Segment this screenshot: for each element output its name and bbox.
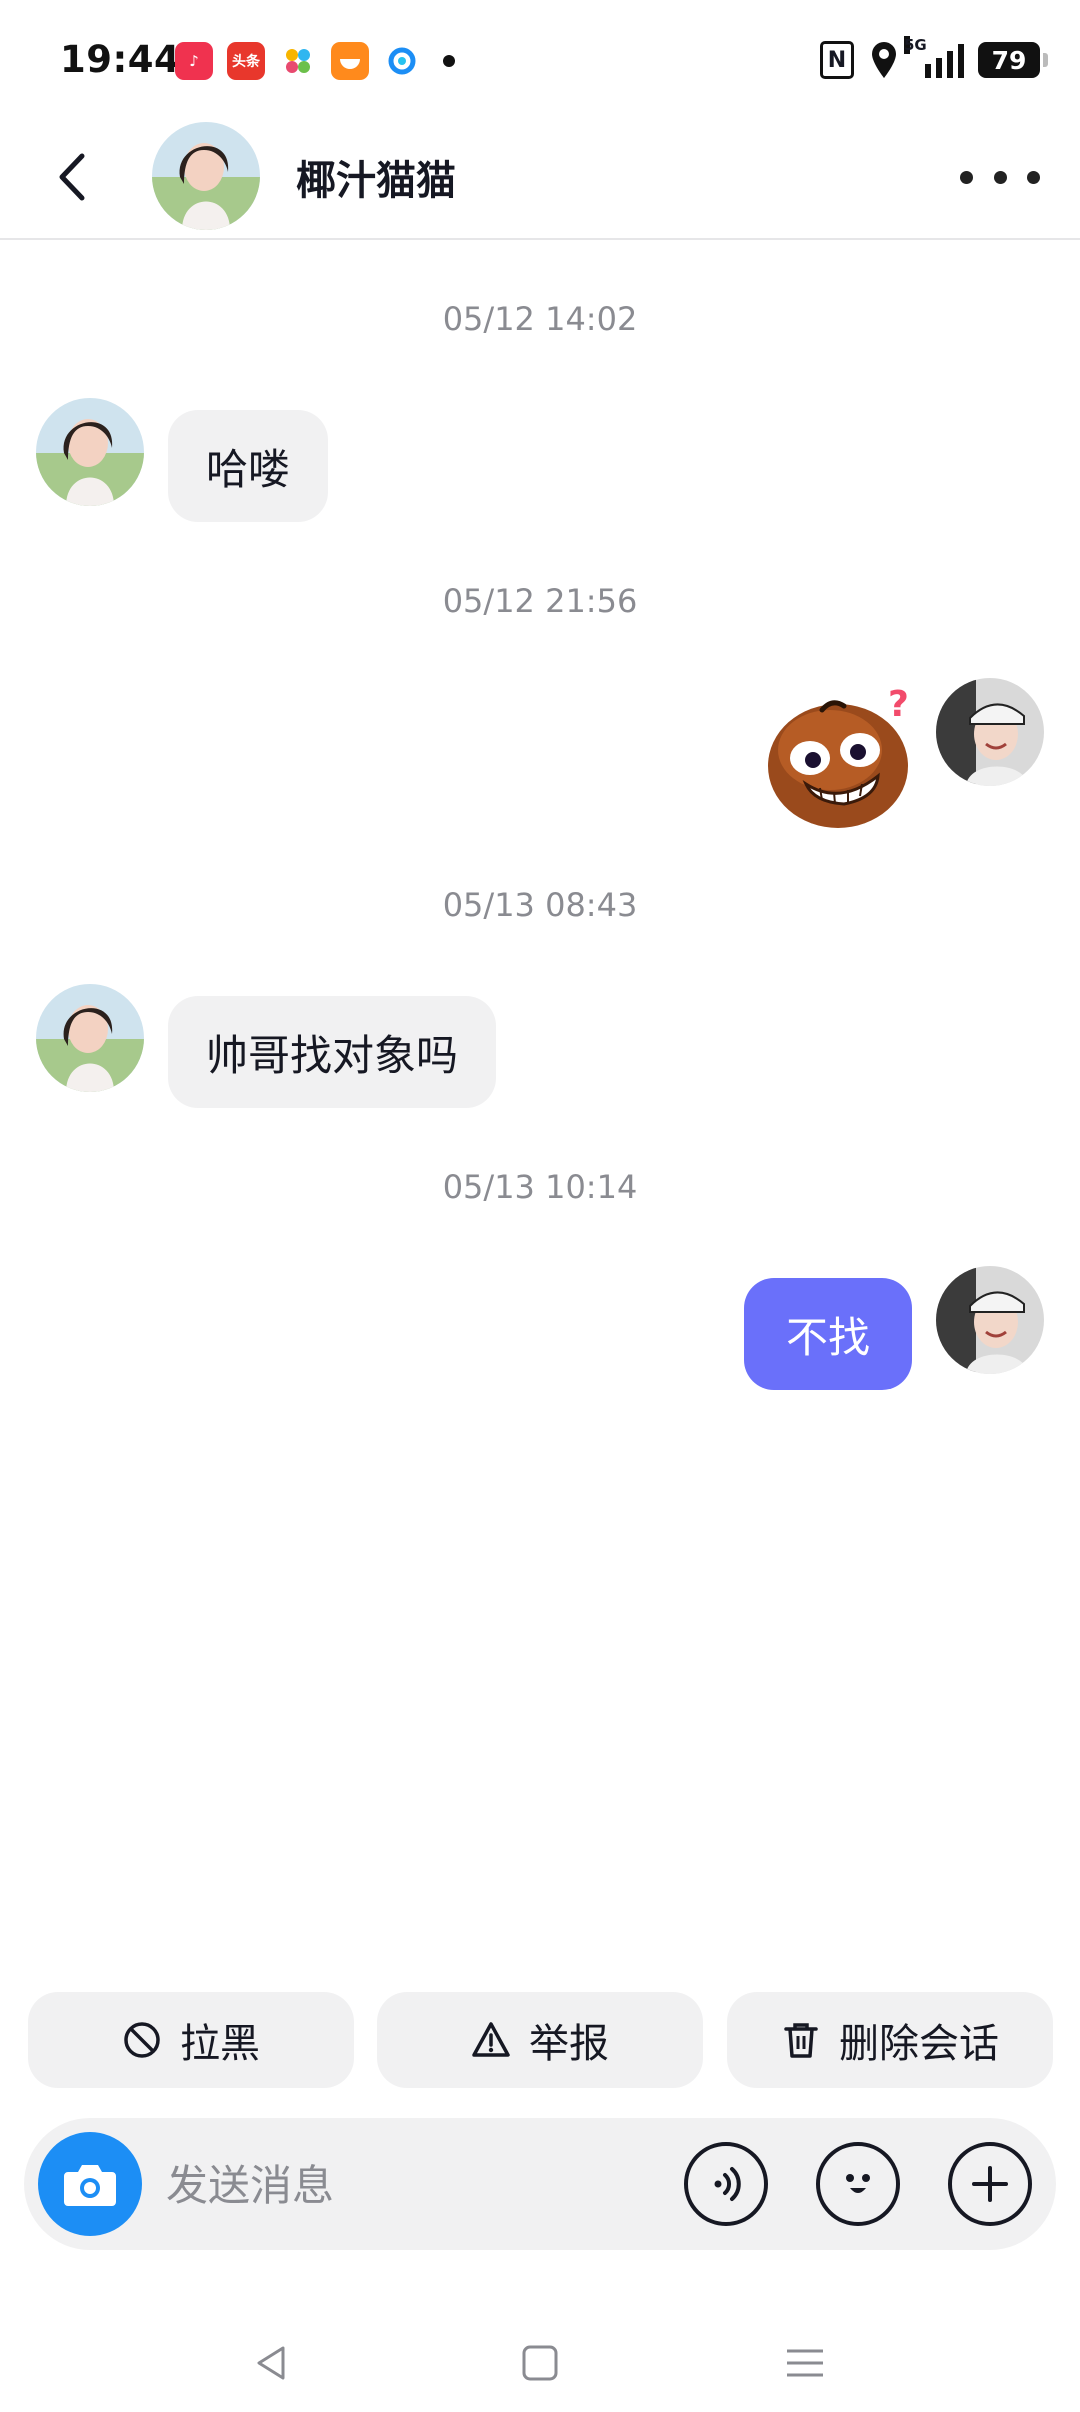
report-label: 举报: [529, 2021, 609, 2067]
report-button[interactable]: 举报: [377, 1992, 703, 2088]
message-timestamp: 05/13 08:43: [442, 886, 638, 924]
message-timestamp: 05/12 21:56: [442, 582, 638, 620]
contact-avatar[interactable]: [152, 122, 260, 230]
back-button[interactable]: [42, 142, 102, 212]
warning-icon: [472, 2022, 510, 2057]
more-notifications-dot: [443, 55, 455, 67]
music-app-icon: ♪: [175, 42, 213, 80]
chat-header: 椰汁猫猫: [0, 120, 1080, 240]
nav-back-icon[interactable]: [246, 2338, 296, 2388]
message-timestamp: 05/12 14:02: [442, 300, 638, 338]
nav-home-icon[interactable]: [515, 2338, 565, 2388]
confused-grin-emoji-sticker[interactable]: ?: [760, 680, 920, 830]
message-input-bar: [24, 2118, 1056, 2250]
incoming-message-bubble[interactable]: 哈喽: [168, 410, 329, 522]
contact-name: 椰汁猫猫: [296, 158, 456, 204]
camera-button[interactable]: [38, 2132, 142, 2236]
contact-avatar[interactable]: [36, 398, 144, 506]
status-time: 19:44: [60, 38, 181, 81]
system-navigation-bar: [0, 2300, 1080, 2412]
signal-icon: 5G: [904, 36, 964, 78]
nfc-icon: N: [820, 41, 854, 79]
contact-avatar[interactable]: [36, 984, 144, 1092]
network-type: 5G: [904, 36, 927, 54]
battery-icon: 79: [978, 42, 1048, 78]
voice-icon: [714, 2167, 741, 2201]
browser-app-icon: [383, 42, 421, 80]
more-dots-icon[interactable]: [960, 152, 1040, 202]
plus-button[interactable]: [948, 2142, 1032, 2226]
block-label: 拉黑: [180, 2021, 260, 2067]
delete-conversation-label: 删除会话: [839, 2021, 999, 2067]
svg-text:?: ?: [888, 684, 909, 725]
message-timestamp: 05/13 10:14: [442, 1168, 638, 1206]
block-icon: [124, 2022, 160, 2058]
delete-conversation-button[interactable]: 删除会话: [727, 1992, 1053, 2088]
incoming-message-bubble[interactable]: 帅哥找对象吗: [168, 996, 497, 1108]
voice-button[interactable]: [684, 2142, 768, 2226]
outgoing-message-bubble[interactable]: 不找: [744, 1278, 912, 1390]
plus-icon: [972, 2166, 1008, 2202]
status-bar: 19:44 ♪ 头条 N 5G 79: [0, 0, 1080, 120]
camera-icon: [64, 2165, 116, 2206]
toutiao-app-icon: 头条: [227, 42, 265, 80]
food-app-icon: [331, 42, 369, 80]
block-button[interactable]: 拉黑: [28, 1992, 354, 2088]
emoji-button[interactable]: [816, 2142, 900, 2226]
trash-icon: [784, 2023, 818, 2058]
status-notification-icons: ♪ 头条: [175, 42, 455, 80]
location-icon: [872, 42, 896, 78]
nav-menu-icon[interactable]: [780, 2338, 830, 2388]
my-avatar[interactable]: [936, 678, 1044, 786]
colorful-app-icon: [279, 42, 317, 80]
my-avatar[interactable]: [936, 1266, 1044, 1374]
message-input[interactable]: [164, 2154, 668, 2216]
chevron-left-icon: [59, 153, 85, 201]
emoji-icon: [846, 2174, 870, 2193]
status-system-icons: N 5G 79: [820, 36, 1048, 80]
